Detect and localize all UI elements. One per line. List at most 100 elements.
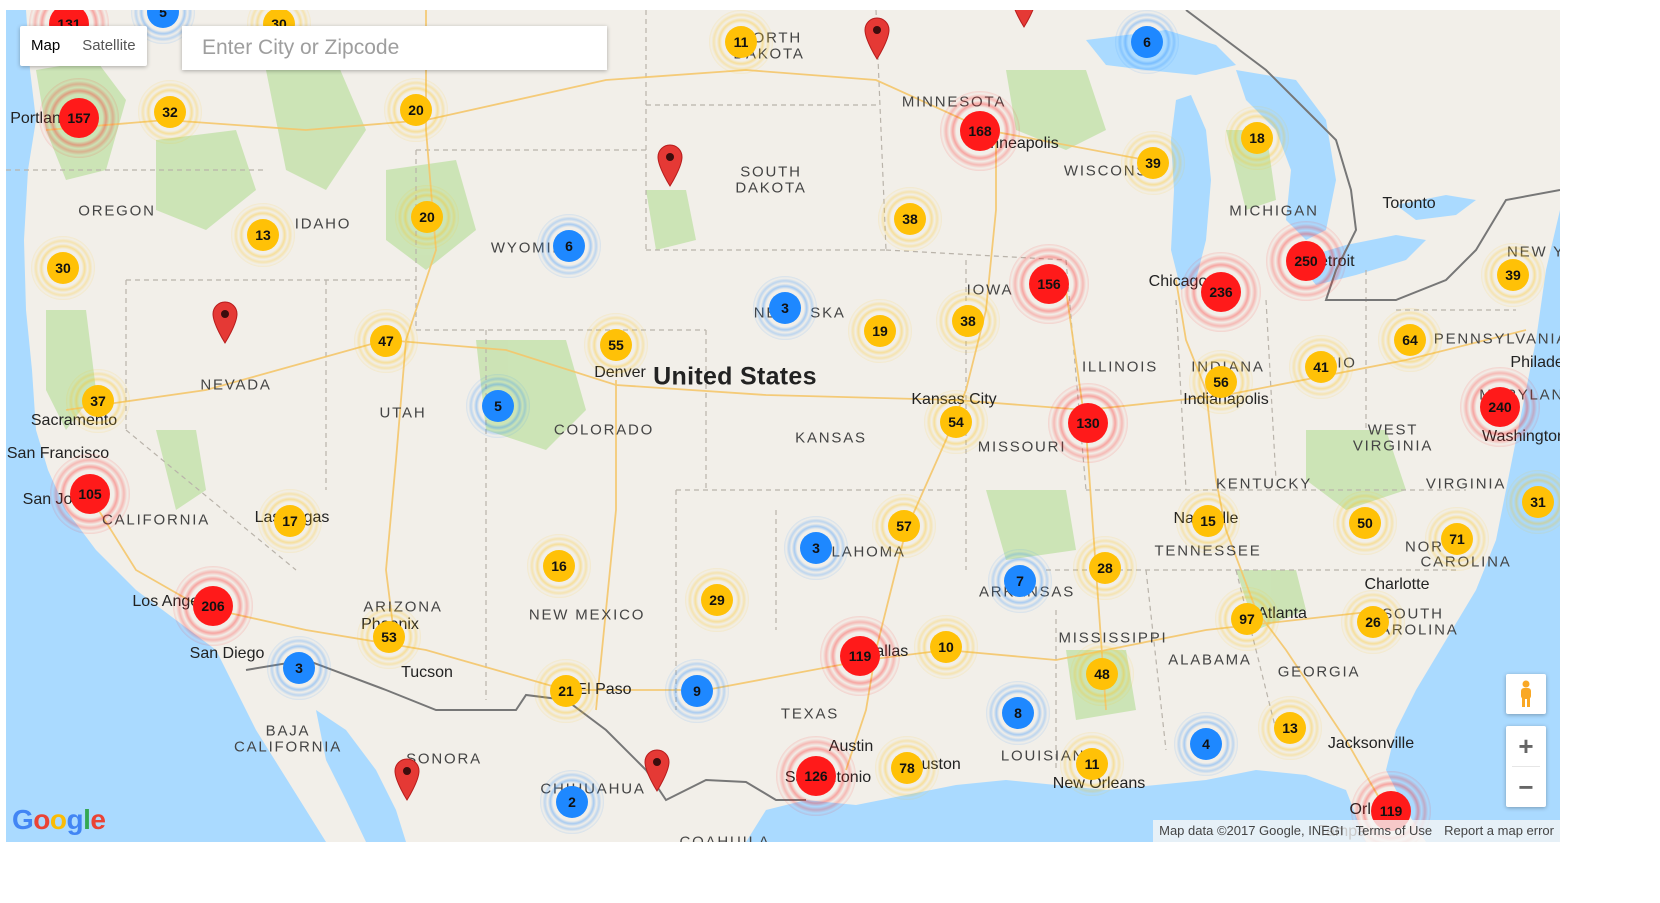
state-label: VIRGINIA [1425, 475, 1507, 493]
cluster-marker[interactable]: 11 [709, 10, 773, 74]
cluster-marker[interactable]: 38 [878, 187, 942, 251]
cluster-marker[interactable]: 157 [39, 78, 119, 158]
cluster-marker[interactable]: 39 [1121, 131, 1185, 195]
cluster-marker[interactable]: 30 [31, 236, 95, 300]
cluster-count: 20 [411, 201, 443, 233]
cluster-marker[interactable]: 16 [527, 534, 591, 598]
state-label: MICHIGAN [1229, 202, 1319, 220]
cluster-marker[interactable]: 10 [914, 615, 978, 679]
cluster-marker[interactable]: 3 [267, 636, 331, 700]
map-pin-icon[interactable] [1010, 10, 1038, 28]
cluster-marker[interactable]: 7 [988, 549, 1052, 613]
state-label: DAKOTA [735, 179, 807, 197]
cluster-marker[interactable]: 206 [173, 566, 253, 646]
map-type-satellite-button[interactable]: Satellite [71, 26, 146, 66]
cluster-count: 50 [1349, 507, 1381, 539]
cluster-marker[interactable]: 28 [1073, 536, 1137, 600]
cluster-marker[interactable]: 19 [848, 299, 912, 363]
search-input[interactable] [182, 26, 607, 70]
cluster-marker[interactable]: 57 [872, 494, 936, 558]
cluster-marker[interactable]: 3 [784, 516, 848, 580]
cluster-marker[interactable]: 4 [1174, 712, 1238, 776]
cluster-marker[interactable]: 41 [1289, 335, 1353, 399]
cluster-marker[interactable]: 6 [1115, 10, 1179, 74]
cluster-count: 4 [1190, 728, 1222, 760]
cluster-marker[interactable]: 38 [936, 289, 1000, 353]
cluster-marker[interactable]: 240 [1460, 367, 1540, 447]
cluster-marker[interactable]: 20 [395, 185, 459, 249]
cluster-marker[interactable]: 47 [354, 309, 418, 373]
cluster-marker[interactable]: 78 [875, 736, 939, 800]
cluster-count: 156 [1029, 264, 1069, 304]
zoom-out-button[interactable]: − [1506, 767, 1546, 807]
cluster-count: 13 [247, 219, 279, 251]
cluster-marker[interactable]: 130 [1048, 383, 1128, 463]
map-pin-icon[interactable] [863, 16, 891, 60]
pegman-icon [1521, 680, 1531, 707]
cluster-marker[interactable]: 97 [1215, 587, 1279, 651]
cluster-marker[interactable]: 48 [1070, 642, 1134, 706]
cluster-marker[interactable]: 32 [138, 80, 202, 144]
terms-link[interactable]: Terms of Use [1350, 820, 1439, 842]
cluster-marker[interactable]: 119 [820, 616, 900, 696]
cluster-count: 6 [1131, 26, 1163, 58]
cluster-marker[interactable]: 126 [776, 736, 856, 816]
cluster-marker[interactable]: 13 [1258, 696, 1322, 760]
cluster-marker[interactable]: 26 [1341, 590, 1405, 654]
cluster-count: 2 [556, 786, 588, 818]
state-label: ILLINOIS [1081, 358, 1159, 376]
city-label: San Diego [189, 645, 265, 662]
cluster-marker[interactable]: 53 [357, 605, 421, 669]
cluster-marker[interactable]: 9 [665, 659, 729, 723]
cluster-marker[interactable]: 250 [1266, 221, 1346, 301]
cluster-marker[interactable]: 105 [50, 454, 130, 534]
map-type-map-button[interactable]: Map [20, 26, 71, 66]
state-label: WEST [1367, 421, 1419, 439]
cluster-marker[interactable]: 2 [540, 770, 604, 834]
google-logo[interactable]: Google [12, 804, 106, 836]
cluster-marker[interactable]: 13 [231, 203, 295, 267]
map-footer: Map data ©2017 Google, INEGI Terms of Us… [1153, 820, 1560, 842]
map-pin-icon[interactable] [643, 748, 671, 792]
cluster-count: 130 [1068, 403, 1108, 443]
state-label: PENNSYLVANIA [1433, 330, 1560, 348]
cluster-marker[interactable]: 39 [1481, 243, 1545, 307]
cluster-count: 16 [543, 550, 575, 582]
cluster-marker[interactable]: 29 [685, 568, 749, 632]
cluster-count: 29 [701, 584, 733, 616]
cluster-marker[interactable]: 8 [986, 681, 1050, 745]
map-canvas[interactable]: NORTHDAKOTAMINNESOTASOUTHDAKOTAOREGONIDA… [6, 10, 1560, 842]
map-pin-icon[interactable] [211, 300, 239, 344]
cluster-marker[interactable]: 6 [537, 214, 601, 278]
city-label: Toronto [1382, 195, 1436, 212]
cluster-count: 105 [70, 474, 110, 514]
cluster-marker[interactable]: 5 [466, 374, 530, 438]
state-label: UTAH [379, 404, 427, 422]
pegman-button[interactable] [1506, 674, 1546, 714]
zoom-in-button[interactable]: + [1506, 726, 1546, 766]
cluster-marker[interactable]: 71 [1425, 507, 1489, 571]
cluster-marker[interactable]: 156 [1009, 244, 1089, 324]
cluster-count: 38 [894, 203, 926, 235]
cluster-count: 157 [59, 98, 99, 138]
cluster-marker[interactable]: 17 [258, 489, 322, 553]
cluster-marker[interactable]: 15 [1176, 489, 1240, 553]
cluster-count: 3 [769, 292, 801, 324]
cluster-marker[interactable]: 21 [534, 659, 598, 723]
report-error-link[interactable]: Report a map error [1438, 820, 1560, 842]
cluster-marker[interactable]: 236 [1181, 252, 1261, 332]
map-pin-icon[interactable] [656, 143, 684, 187]
cluster-marker[interactable]: 11 [1060, 732, 1124, 796]
cluster-count: 39 [1137, 147, 1169, 179]
cluster-marker[interactable]: 18 [1225, 106, 1289, 170]
cluster-marker[interactable]: 168 [940, 91, 1020, 171]
cluster-marker[interactable]: 64 [1378, 308, 1442, 372]
cluster-marker[interactable]: 54 [924, 390, 988, 454]
cluster-marker[interactable]: 50 [1333, 491, 1397, 555]
cluster-marker[interactable]: 3 [753, 276, 817, 340]
cluster-marker[interactable]: 37 [66, 369, 130, 433]
cluster-marker[interactable]: 20 [384, 78, 448, 142]
cluster-marker[interactable]: 55 [584, 313, 648, 377]
map-pin-icon[interactable] [393, 757, 421, 801]
cluster-marker[interactable]: 56 [1189, 350, 1253, 414]
